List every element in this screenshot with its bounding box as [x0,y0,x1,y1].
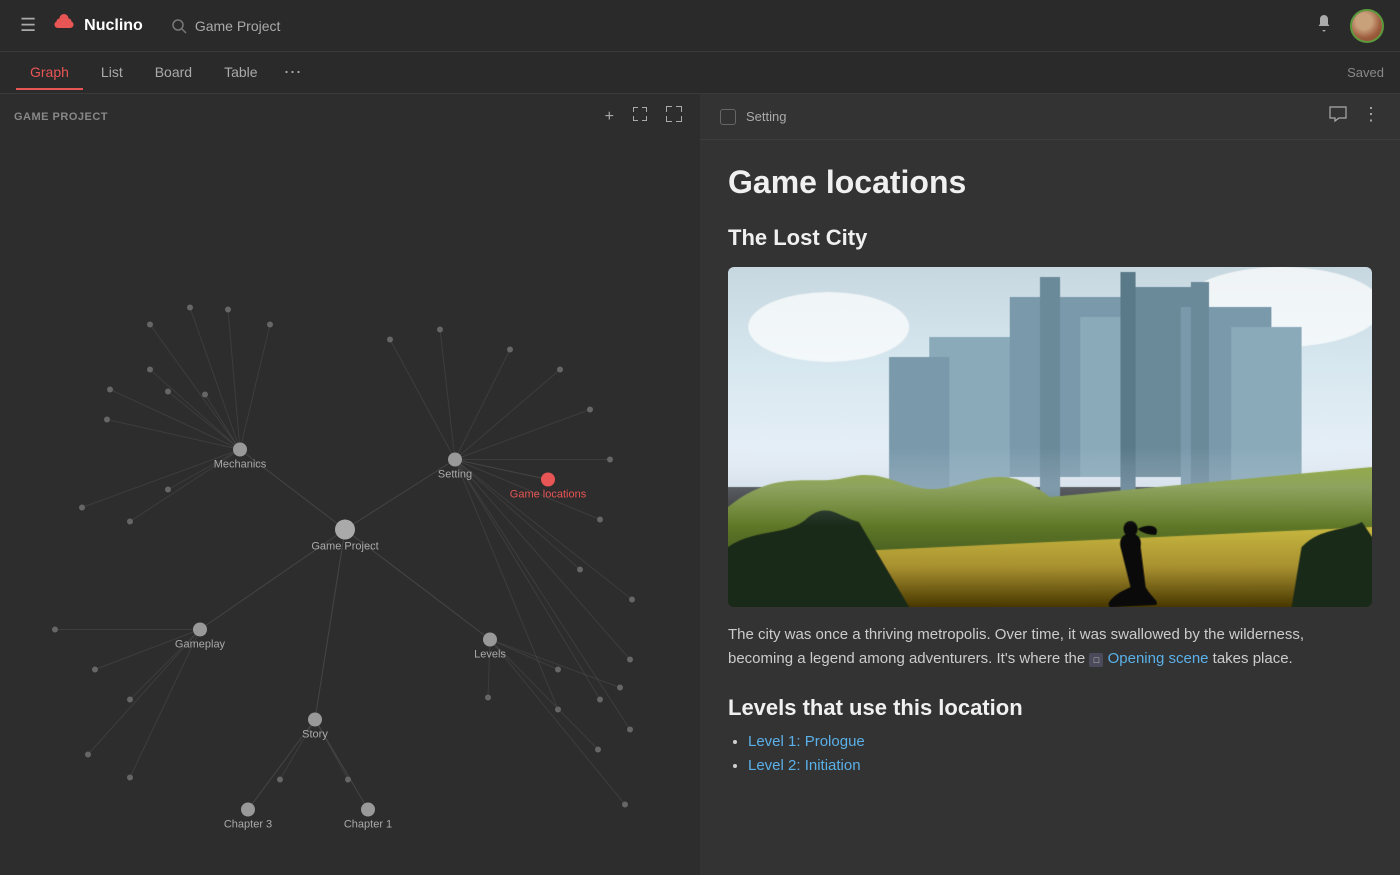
opening-scene-link[interactable]: Opening scene [1108,647,1209,671]
description-text: The city was once a thriving metropolis.… [728,623,1372,671]
logo: Nuclino [52,11,143,41]
add-node-button[interactable]: + [601,106,618,128]
level2-link[interactable]: Level 2: Initiation [748,757,861,774]
tab-table[interactable]: Table [210,56,271,90]
svg-text:Story: Story [302,729,328,741]
tabsbar: Graph List Board Table ⋯ Saved [0,52,1400,94]
avatar[interactable] [1350,9,1384,43]
main-content: GAME PROJECT + Game Project Mechanics Sett… [0,94,1400,875]
tab-list[interactable]: List [87,56,137,90]
section-title: The Lost City [728,225,1372,251]
breadcrumb-label: Setting [746,109,786,124]
saved-label: Saved [1347,65,1384,80]
setting-checkbox[interactable] [720,109,736,125]
level1-link[interactable]: Level 1: Prologue [748,733,865,750]
right-panel-header: Setting ⋮ [700,94,1400,140]
list-item: Level 1: Prologue [748,733,1372,751]
svg-text:Game Project: Game Project [311,541,378,553]
right-content: Game locations The Lost City The city wa… [700,140,1400,875]
more-options-icon[interactable]: ⋮ [1362,104,1380,129]
graph-header: GAME PROJECT + [0,94,700,139]
tab-board[interactable]: Board [141,56,206,90]
svg-text:Game locations: Game locations [510,489,587,501]
hamburger-icon[interactable]: ☰ [16,11,40,40]
app-name: Nuclino [84,17,143,35]
graph-visualization[interactable]: Game Project Mechanics Setting Game locatio… [0,139,700,875]
list-item: Level 2: Initiation [748,757,1372,775]
project-label: GAME PROJECT [14,111,108,123]
internal-link-icon: □ [1089,653,1103,667]
svg-text:Gameplay: Gameplay [175,639,226,651]
right-header-actions: ⋮ [1328,104,1380,129]
svg-text:Chapter 3: Chapter 3 [224,819,272,831]
location-image [728,267,1372,607]
comment-icon[interactable] [1328,104,1348,129]
right-panel: Setting ⋮ Game locations The Lost City T… [700,94,1400,875]
svg-text:Chapter 1: Chapter 1 [344,819,392,831]
svg-text:Mechanics: Mechanics [214,459,267,471]
page-title: Game locations [728,164,1372,201]
topbar: ☰ Nuclino Game Project [0,0,1400,52]
svg-text:Levels: Levels [474,649,506,661]
expand-button[interactable] [628,104,652,129]
collapse-button[interactable] [662,104,686,129]
levels-list: Level 1: Prologue Level 2: Initiation [728,733,1372,775]
topbar-right [1314,9,1384,43]
graph-panel: GAME PROJECT + Game Project Mechanics Sett… [0,94,700,875]
bell-icon[interactable] [1314,13,1334,38]
svg-text:Setting: Setting [438,469,472,481]
levels-title: Levels that use this location [728,695,1372,721]
levels-section: Levels that use this location Level 1: P… [728,695,1372,775]
tab-more-icon[interactable]: ⋯ [276,54,310,91]
logo-icon [52,11,76,41]
search-bar[interactable]: Game Project [171,18,281,34]
search-label: Game Project [195,18,281,34]
tab-graph[interactable]: Graph [16,56,83,90]
graph-controls: + [601,104,686,129]
